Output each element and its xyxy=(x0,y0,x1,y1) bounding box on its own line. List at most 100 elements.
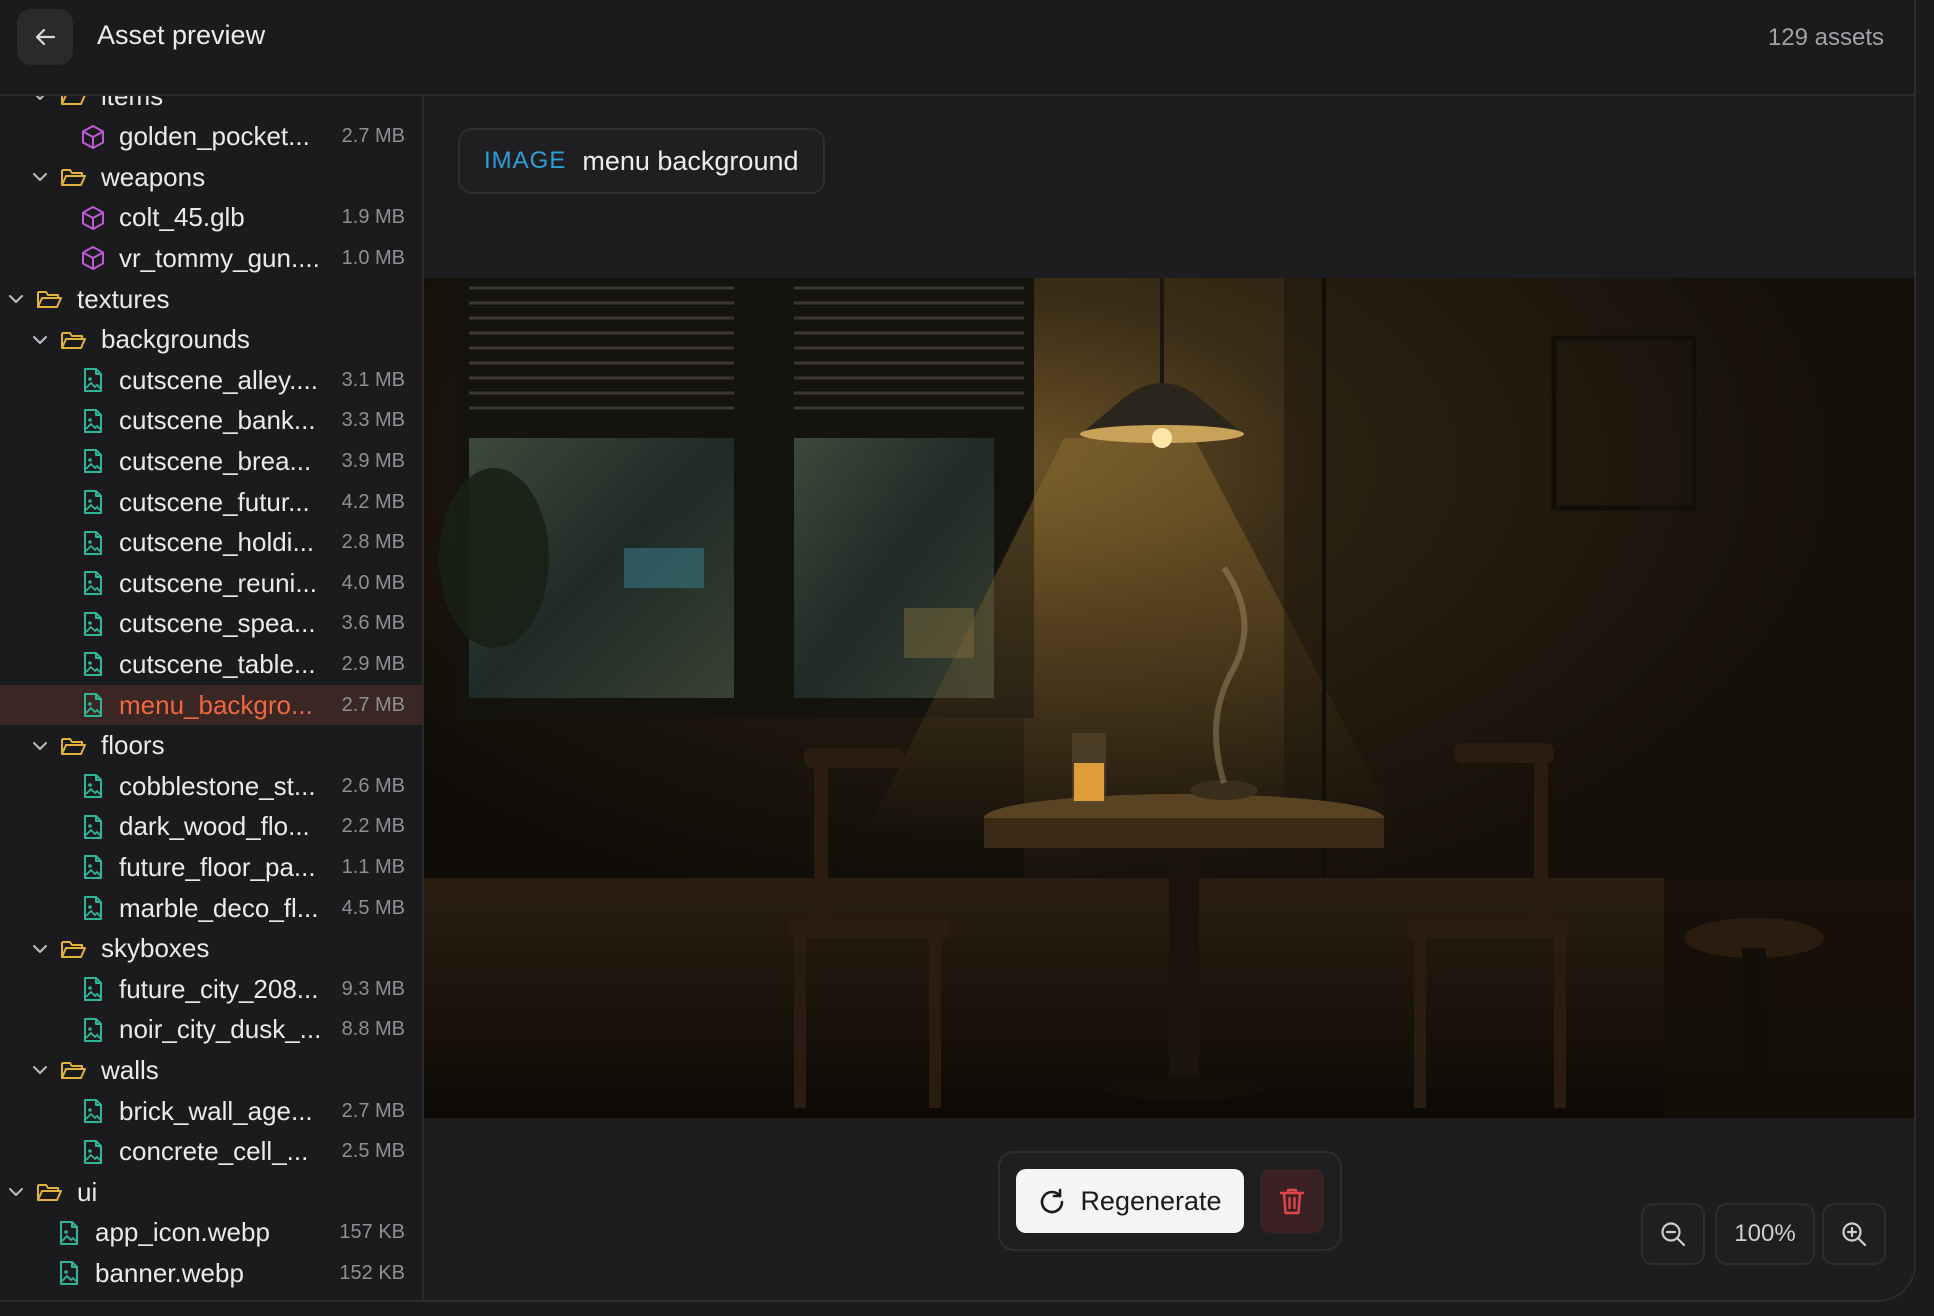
file-size: 1.0 MB xyxy=(341,246,405,269)
refresh-icon xyxy=(1041,1188,1064,1214)
tree-file-row[interactable]: banner.webp 152 KB xyxy=(0,1253,422,1293)
tree-folder-row[interactable]: ui xyxy=(0,1172,422,1212)
image-file-icon xyxy=(84,490,102,514)
arrow-left-icon xyxy=(35,28,56,46)
chevron-down-icon[interactable] xyxy=(30,736,50,756)
chevron-down-icon[interactable] xyxy=(30,167,50,187)
tree-item-label: cutscene_bank... xyxy=(119,405,316,436)
folder-open-icon xyxy=(61,1062,86,1080)
file-size: 157 KB xyxy=(339,1221,405,1244)
preview-panel: IMAGE menu background Regenerate 100% xyxy=(424,96,1914,1300)
image-file-icon xyxy=(84,977,102,1002)
tree-folder-row[interactable]: walls xyxy=(0,1050,422,1090)
image-file-icon xyxy=(84,449,102,474)
back-button[interactable] xyxy=(17,9,73,65)
zoom-in-icon xyxy=(1842,1222,1867,1247)
tree-file-row[interactable]: future_floor_pa... 1.1 MB xyxy=(0,847,422,887)
tree-file-row[interactable]: cutscene_table... 2.9 MB xyxy=(0,644,422,684)
image-file-icon xyxy=(84,693,102,717)
tree-item-label: skyboxes xyxy=(101,933,210,964)
tree-item-label: banner.webp xyxy=(95,1257,244,1288)
image-file-icon xyxy=(84,1099,102,1123)
file-size: 2.7 MB xyxy=(341,1099,405,1122)
chevron-down-icon[interactable] xyxy=(30,1060,50,1080)
tree-item-label: cutscene_spea... xyxy=(119,608,316,639)
tree-item-label: marble_deco_fl... xyxy=(119,892,319,923)
zoom-level: 100% xyxy=(1715,1203,1815,1265)
tree-folder-row[interactable]: textures xyxy=(0,279,422,319)
image-file-icon xyxy=(84,774,102,799)
tree-file-row[interactable]: marble_deco_fl... 4.5 MB xyxy=(0,888,422,928)
tree-file-row[interactable]: vr_tommy_gun.... 1.0 MB xyxy=(0,238,422,278)
tree-file-row[interactable]: cutscene_spea... 3.6 MB xyxy=(0,604,422,644)
tree-file-row[interactable]: future_city_208... 9.3 MB xyxy=(0,969,422,1009)
tree-folder-row[interactable]: items xyxy=(0,96,422,116)
tree-file-row[interactable]: cutscene_bank... 3.3 MB xyxy=(0,401,422,441)
tree-item-label: noir_city_dusk_... xyxy=(119,1014,322,1045)
tree-file-row[interactable]: cutscene_holdi... 2.8 MB xyxy=(0,523,422,563)
chevron-down-icon[interactable] xyxy=(30,96,50,106)
delete-button[interactable] xyxy=(1260,1169,1324,1233)
tree-item-label: concrete_cell_... xyxy=(119,1136,309,1167)
tree-item-label: cobblestone_st... xyxy=(119,770,316,801)
tree-file-row[interactable]: cutscene_reuni... 4.0 MB xyxy=(0,563,422,603)
tree-file-row[interactable]: cutscene_alley.... 3.1 MB xyxy=(0,360,422,400)
tree-item-label: app_icon.webp xyxy=(95,1217,270,1248)
tree-item-label: backgrounds xyxy=(101,324,250,355)
tree-item-label: weapons xyxy=(101,161,206,192)
tree-folder-row[interactable]: skyboxes xyxy=(0,929,422,969)
preview-area xyxy=(424,278,1914,1118)
chevron-down-icon[interactable] xyxy=(30,330,50,350)
file-size: 4.0 MB xyxy=(341,571,405,594)
tree-item-label: cutscene_holdi... xyxy=(119,527,315,558)
tree-file-row[interactable]: golden_pocket... 2.7 MB xyxy=(0,117,422,157)
zoom-in-button[interactable] xyxy=(1822,1203,1886,1265)
image-file-icon xyxy=(84,571,102,596)
tree-file-row[interactable]: brick_wall_age... 2.7 MB xyxy=(0,1091,422,1131)
image-file-icon xyxy=(84,368,102,393)
asset-count: 129 assets xyxy=(1767,24,1884,51)
image-file-icon xyxy=(84,611,102,636)
asset-name: menu background xyxy=(582,145,799,176)
noir-cafe-scene xyxy=(424,278,1914,1118)
tree-file-row[interactable]: colt_45.glb 1.9 MB xyxy=(0,198,422,238)
tree-item-label: cutscene_futur... xyxy=(119,486,310,517)
page-title: Asset preview xyxy=(97,20,266,50)
image-file-icon xyxy=(84,408,102,433)
tree-item-label: future_floor_pa... xyxy=(119,851,316,882)
tree-item-label: cutscene_reuni... xyxy=(119,567,318,598)
tree-item-label: cutscene_brea... xyxy=(119,445,312,476)
tree-file-row[interactable]: cutscene_brea... 3.9 MB xyxy=(0,441,422,481)
regenerate-button[interactable]: Regenerate xyxy=(1016,1169,1244,1233)
folder-open-icon xyxy=(37,1184,62,1202)
tree-file-row[interactable]: concrete_cell_... 2.5 MB xyxy=(0,1132,422,1172)
preview-image[interactable] xyxy=(424,278,1914,1118)
tree-folder-row[interactable]: floors xyxy=(0,726,422,766)
tree-item-label: vr_tommy_gun.... xyxy=(119,242,320,273)
zoom-out-icon xyxy=(1661,1222,1686,1247)
tree-item-label: cutscene_alley.... xyxy=(119,364,318,395)
image-file-icon xyxy=(84,530,102,555)
tree-file-row[interactable]: app_icon.webp 157 KB xyxy=(0,1213,422,1253)
chevron-down-icon[interactable] xyxy=(6,289,26,309)
zoom-out-button[interactable] xyxy=(1641,1203,1705,1265)
file-size: 3.3 MB xyxy=(341,409,405,432)
image-file-icon xyxy=(84,1139,102,1164)
tree-file-row[interactable]: cutscene_futur... 4.2 MB xyxy=(0,482,422,522)
tree-file-row[interactable]: menu_backgro... 2.7 MB xyxy=(0,685,422,725)
tree-file-row[interactable]: dark_wood_flo... 2.2 MB xyxy=(0,807,422,847)
image-file-icon xyxy=(84,814,102,839)
chevron-down-icon[interactable] xyxy=(30,939,50,959)
tree-file-row[interactable]: noir_city_dusk_... 8.8 MB xyxy=(0,1010,422,1050)
file-size: 2.8 MB xyxy=(341,531,405,554)
tree-folder-row[interactable]: backgrounds xyxy=(0,320,422,360)
file-size: 4.5 MB xyxy=(341,896,405,919)
chevron-down-icon[interactable] xyxy=(6,1182,26,1202)
folder-open-icon xyxy=(61,331,86,349)
tree-file-row[interactable]: cobblestone_st... 2.6 MB xyxy=(0,766,422,806)
folder-open-icon xyxy=(61,169,86,187)
tree-folder-row[interactable]: weapons xyxy=(0,157,422,197)
tree-item-label: brick_wall_age... xyxy=(119,1095,313,1126)
asset-type-label: IMAGE xyxy=(484,147,567,174)
tree-item-label: cutscene_table... xyxy=(119,648,316,679)
